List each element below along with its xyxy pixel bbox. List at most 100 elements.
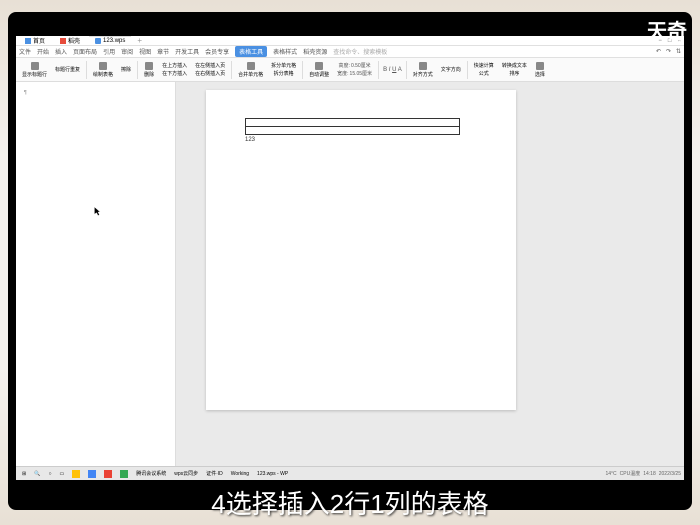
redo-icon[interactable]: ↷ [666,48,671,55]
app-icon [104,470,112,478]
menu-review[interactable]: 审阅 [121,47,133,56]
content-area: ¶ 123 [16,82,684,471]
select-icon [536,62,544,70]
menu-start[interactable]: 开始 [37,47,49,56]
menu-dev[interactable]: 开发工具 [175,47,199,56]
header-repeat-button[interactable]: 标题行重复 [55,66,80,73]
home-icon [25,38,31,44]
app-icon [72,470,80,478]
separator [467,61,468,79]
height-label: 高度: [339,62,350,69]
menu-table-tool[interactable]: 表格工具 [235,46,267,57]
table-row[interactable] [246,127,460,135]
taskbar-app[interactable] [85,469,99,479]
to-text-button[interactable]: 转换成文本 [502,62,527,69]
taskbar-app[interactable] [101,469,115,479]
sort-button[interactable]: 排序 [509,70,519,77]
inserted-table[interactable] [245,118,460,135]
clock-date[interactable]: 2022/3/25 [659,471,681,477]
clock-time[interactable]: 14:18 [643,471,656,477]
document-page[interactable]: 123 [206,90,516,410]
taskbar-item[interactable]: 123.wps - WP [254,470,291,478]
search-hint[interactable]: 查找命令、搜索模板 [333,47,387,56]
paragraph-marker: ¶ [24,90,27,96]
merge-button[interactable]: 合并单元格 [238,71,263,78]
taskbar-item[interactable]: Working [228,470,252,478]
menu-ref[interactable]: 引用 [103,47,115,56]
align-icon [419,62,427,70]
taskview-icon: ▭ [59,471,64,477]
taskbar-app[interactable] [69,469,83,479]
system-tray: 14°C CPU温度 14:18 2022/3/25 [606,470,682,477]
taskbar-app[interactable] [117,469,131,479]
table-row[interactable] [246,119,460,127]
undo-icon[interactable]: ↶ [656,48,661,55]
calc-button[interactable]: 快速计算 [474,62,494,69]
separator [86,61,87,79]
taskview-button[interactable]: ▭ [56,470,67,478]
width-value[interactable]: 15.05厘米 [350,70,373,77]
taskbar-item[interactable]: wps云同步 [171,469,201,478]
doc-icon [95,38,101,44]
menu-layout[interactable]: 页面布局 [73,47,97,56]
sync-icon[interactable]: ⇅ [676,48,681,55]
taskbar-item[interactable]: 腾讯会议系统 [133,469,169,478]
taskbar-item[interactable]: 证件·ID [203,469,226,478]
select-button[interactable]: 选择 [535,71,545,78]
insert-right-button[interactable]: 在右侧插入页 [195,70,225,77]
page-view[interactable]: 123 [176,82,684,471]
text-dir-button[interactable]: 文字方向 [441,66,461,73]
menu-table-style[interactable]: 表格样式 [273,47,297,56]
merge-icon [247,62,255,70]
tab-home[interactable]: 首页 [19,35,51,46]
menu-insert[interactable]: 插入 [55,47,67,56]
video-subtitle: 4选择插入2行1列的表格 [0,484,700,525]
weather-temp[interactable]: 14°C [606,471,617,477]
insert-above-button[interactable]: 在上方插入 [162,62,187,69]
menu-member[interactable]: 会员专享 [205,47,229,56]
new-tab-button[interactable]: + [134,36,145,45]
app-window: 首页 稻壳 123.wps + − □ × 文件 开始 插入 页面布局 引用 审… [16,36,684,480]
eraser-button[interactable]: 擦除 [121,66,131,73]
tab-docer[interactable]: 稻壳 [54,35,86,46]
document-text[interactable]: 123 [245,137,492,143]
adjust-button[interactable]: 自动调整 [309,71,329,78]
tab-label: 首页 [33,36,45,45]
tab-label: 稻壳 [68,36,80,45]
menu-view[interactable]: 视图 [139,47,151,56]
insert-left-button[interactable]: 在左侧插入页 [195,62,225,69]
draw-icon [99,62,107,70]
adjust-icon [315,62,323,70]
tab-document[interactable]: 123.wps [89,36,131,45]
nav-pane[interactable]: ¶ [16,82,176,471]
search-button[interactable]: 🔍 [31,470,43,478]
show-header-button[interactable]: 显示标题行 [22,71,47,78]
insert-below-button[interactable]: 在下方插入 [162,70,187,77]
table-cell[interactable] [246,119,460,127]
windows-taskbar: ⊞ 🔍 ○ ▭ 腾讯会议系统 wps云同步 证件·ID Working 123.… [16,466,684,480]
split-table-button[interactable]: 拆分表格 [274,70,294,77]
start-icon: ⊞ [22,471,26,477]
split-button[interactable]: 拆分单元格 [271,62,296,69]
separator [406,61,407,79]
menu-section[interactable]: 章节 [157,47,169,56]
height-value[interactable]: 0.50厘米 [351,62,371,69]
video-watermark: 天奇 [647,15,687,44]
formula-button[interactable]: 公式 [479,70,489,77]
separator [378,61,379,79]
menu-tool[interactable]: 稻壳资源 [303,47,327,56]
cpu-temp[interactable]: CPU温度 [620,470,641,477]
draw-button[interactable]: 绘制表格 [93,71,113,78]
app-icon [120,470,128,478]
cortana-button[interactable]: ○ [45,470,54,478]
titlebar: 首页 稻壳 123.wps + − □ × [16,36,684,46]
table-cell[interactable] [246,127,460,135]
ribbon-toolbar: 显示标题行 标题行重复 绘制表格 擦除 删除 在上方插入在下方插入 在左侧插入页… [16,58,684,82]
menu-file[interactable]: 文件 [19,47,31,56]
delete-icon [145,62,153,70]
delete-button[interactable]: 删除 [144,71,154,78]
start-button[interactable]: ⊞ [19,470,29,478]
tab-label: 123.wps [103,38,125,44]
alignment-button[interactable]: 对齐方式 [413,71,433,78]
monitor-frame: 天奇 首页 稻壳 123.wps + − □ × 文件 开始 插入 页面布局 引… [8,12,692,510]
